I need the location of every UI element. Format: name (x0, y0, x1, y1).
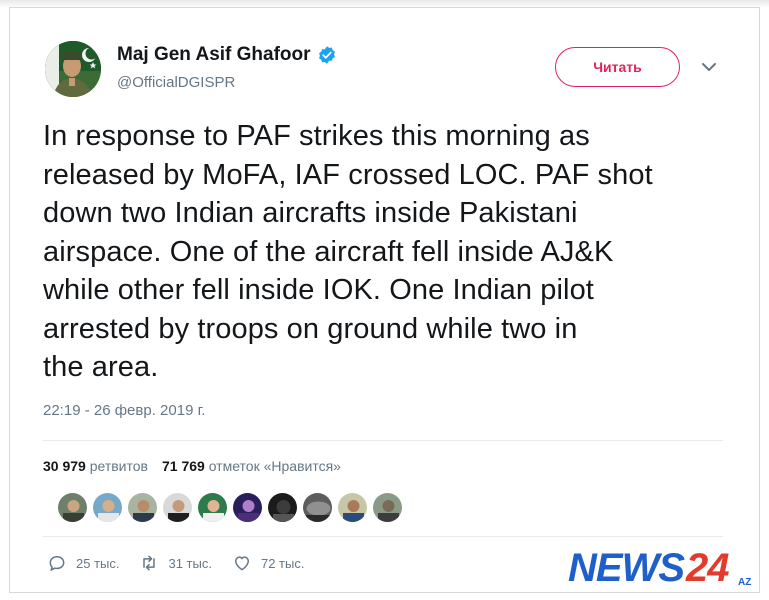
retweet-count: 30 979 (43, 458, 86, 474)
author-name-text[interactable]: Maj Gen Asif Ghafoor (117, 44, 311, 66)
liker-avatar[interactable] (197, 492, 228, 523)
verified-badge-icon (317, 45, 337, 65)
news24-watermark: NEWS 24 AZ (566, 541, 756, 590)
follow-button[interactable]: Читать (555, 47, 680, 87)
tweet-line: released by MoFA, IAF crossed LOC. PAF s… (43, 158, 653, 191)
liker-avatar[interactable] (127, 492, 158, 523)
chevron-down-icon[interactable] (701, 60, 717, 72)
watermark-sub: AZ (738, 577, 751, 588)
likers-avatars (57, 492, 403, 523)
divider (43, 440, 723, 441)
watermark-24: 24 (685, 546, 729, 589)
tweet-line: In response to PAF strikes this morning … (43, 120, 590, 152)
tweet-line: down two Indian aircrafts inside Pakista… (43, 197, 578, 229)
reply-count: 25 тыс. (76, 555, 120, 571)
liker-avatar[interactable] (267, 492, 298, 523)
retweet-stat-label: ретвитов (89, 458, 148, 474)
retweet-action-count: 31 тыс. (168, 555, 212, 571)
author-avatar[interactable] (45, 41, 101, 97)
author-name[interactable]: Maj Gen Asif Ghafoor (117, 44, 337, 66)
like-action[interactable]: 72 тыс. (232, 553, 304, 573)
tweet-stats: 30 979 ретвитов 71 769 отметок «Нравится… (43, 458, 341, 474)
liker-avatar[interactable] (162, 492, 193, 523)
tweet-line: while other fell inside IOK. One Indian … (43, 274, 594, 306)
tweet-text: In response to PAF strikes this morning … (43, 117, 733, 387)
retweet-icon (143, 555, 156, 571)
liker-avatar[interactable] (232, 492, 263, 523)
liker-avatar[interactable] (337, 492, 368, 523)
like-stat-label: отметок «Нравится» (208, 458, 341, 474)
reply-icon (49, 556, 65, 571)
author-handle[interactable]: @OfficialDGISPR (117, 74, 235, 91)
liker-avatar[interactable] (92, 492, 123, 523)
like-stat[interactable]: 71 769 отметок «Нравится» (162, 458, 341, 474)
watermark-news: NEWS (568, 546, 685, 589)
retweet-stat[interactable]: 30 979 ретвитов (43, 458, 148, 474)
tweet-line: airspace. One of the aircraft fell insid… (43, 235, 614, 268)
liker-avatar[interactable] (302, 492, 333, 523)
liker-avatar[interactable] (57, 492, 88, 523)
divider (43, 536, 723, 537)
heart-icon (234, 556, 249, 571)
retweet-action[interactable]: 31 тыс. (139, 553, 212, 573)
like-action-count: 72 тыс. (260, 555, 305, 571)
like-count: 71 769 (161, 458, 205, 474)
tweet-line: arrested by troops on ground while two i… (43, 312, 578, 345)
reply-action[interactable]: 25 тыс. (47, 553, 119, 573)
tweet-line: the area. (43, 351, 159, 383)
tweet-timestamp[interactable]: 22:19 - 26 февр. 2019 г. (43, 402, 205, 419)
tweet-actions: 25 тыс. 31 тыс. 72 тыс. (47, 553, 324, 573)
liker-avatar[interactable] (372, 492, 403, 523)
